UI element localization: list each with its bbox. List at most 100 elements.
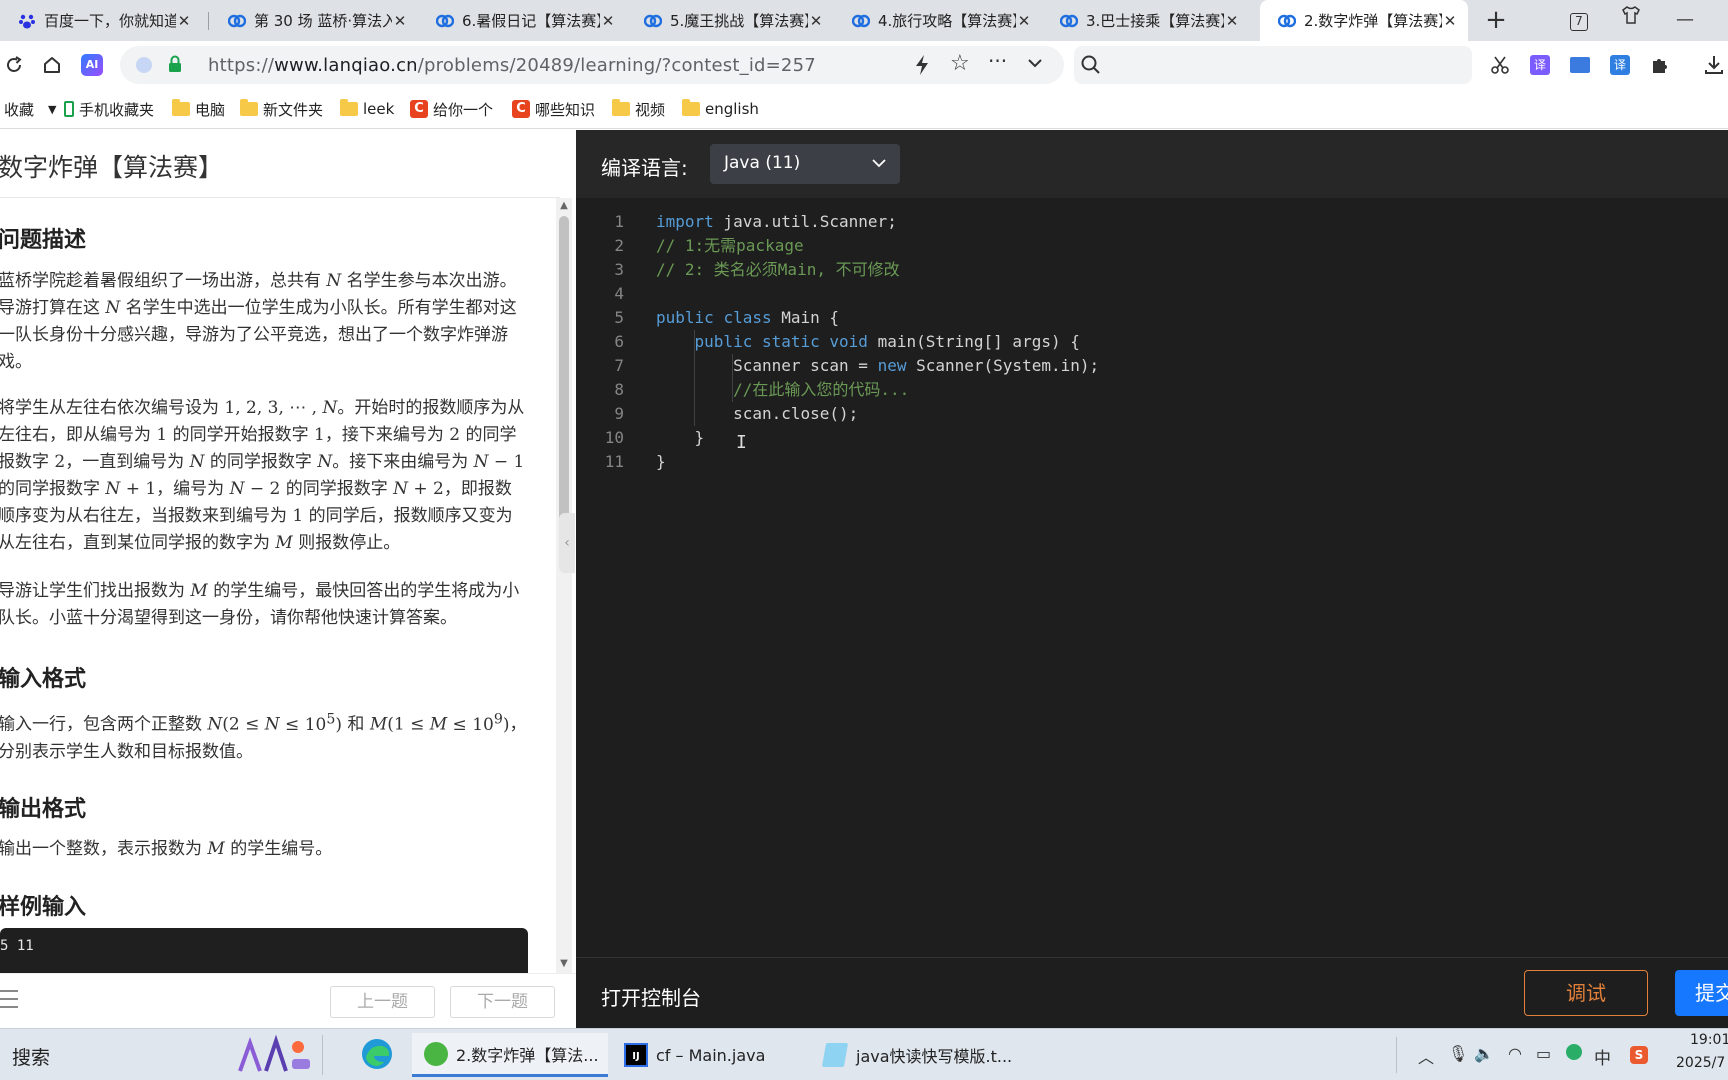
c-logo-icon: C — [512, 100, 530, 118]
tab-close-icon[interactable]: ✕ — [1016, 13, 1032, 29]
scroll-thumb[interactable] — [559, 216, 569, 536]
refresh-icon[interactable] — [0, 51, 28, 79]
code-text: public static void main(String[] args) { — [694, 332, 1080, 351]
code-text: scan.close(); — [656, 404, 859, 423]
tab-problem-4[interactable]: 4.旅行攻略【算法赛】 ✕ — [834, 0, 1042, 41]
language-value: Java (11) — [724, 153, 801, 173]
ai-assistant-icon[interactable]: AI — [78, 51, 106, 79]
tab-title: 5.魔王挑战【算法赛】 — [670, 12, 808, 30]
scissors-icon[interactable] — [1486, 51, 1514, 79]
wifi-icon[interactable]: ◠ — [1508, 1044, 1522, 1063]
bookmark-new-folder[interactable]: 新文件夹 — [240, 98, 323, 120]
notepad-icon — [821, 1043, 849, 1067]
bookmark-english[interactable]: english — [682, 98, 759, 120]
language-select[interactable]: Java (11) — [710, 144, 900, 184]
clock-date[interactable]: 2025/7 — [1676, 1055, 1725, 1071]
ime-indicator[interactable]: 中 — [1594, 1044, 1611, 1069]
code-area[interactable]: 1 import java.util.Scanner; 2 // 1:无需packa… — [576, 210, 1728, 950]
search-box[interactable] — [1074, 46, 1472, 84]
url-bar[interactable]: https://www.lanqiao.cn/problems/20489/le… — [120, 46, 1064, 84]
chevron-down-icon[interactable] — [1026, 54, 1044, 76]
tab-close-icon[interactable]: ✕ — [176, 13, 192, 29]
bookmark-label: leek — [363, 100, 395, 118]
new-tab-button[interactable]: + — [1480, 4, 1512, 36]
code-text: // 1:无需package — [656, 236, 804, 255]
sample-input-box: 5 11 — [0, 928, 528, 973]
tab-contest[interactable]: 第 30 场 蓝桥·算法入门赛 ✕ — [210, 0, 418, 41]
panel-collapse-handle[interactable]: ‹ — [559, 513, 575, 573]
tab-problem-5[interactable]: 5.魔王挑战【算法赛】 ✕ — [626, 0, 834, 41]
download-icon[interactable] — [1700, 51, 1728, 79]
bookmark-leek[interactable]: leek — [340, 98, 394, 120]
speaker-icon[interactable]: 🔈 — [1474, 1044, 1494, 1063]
prev-problem-button[interactable]: 上一题 — [330, 986, 435, 1018]
menu-icon[interactable] — [0, 990, 20, 1010]
folder-icon — [240, 99, 258, 116]
translate-blue-icon[interactable]: 译 — [1606, 51, 1634, 79]
tab-close-icon[interactable]: ✕ — [1224, 13, 1240, 29]
sogou-icon[interactable]: S — [1630, 1044, 1648, 1064]
scroll-up-icon[interactable]: ▲ — [558, 200, 570, 211]
chevron-up-icon[interactable]: ︿ — [1418, 1044, 1434, 1068]
bookmark-favorites[interactable]: 收藏 ▼ — [4, 98, 56, 120]
edge-icon[interactable] — [360, 1037, 396, 1073]
star-bookmark-icon[interactable]: ☆ — [950, 51, 970, 76]
c-logo-icon: C — [410, 100, 428, 118]
tab-problem-6[interactable]: 6.暑假日记【算法赛】 ✕ — [418, 0, 626, 41]
folder-icon — [172, 99, 190, 116]
url-scheme: https:// — [208, 55, 275, 76]
tab-baidu[interactable]: 百度一下，你就知道 ✕ — [0, 0, 202, 41]
tab-close-icon[interactable]: ✕ — [1442, 13, 1458, 29]
bookmark-c2[interactable]: C 哪些知识 — [512, 98, 596, 120]
bookmark-label: 新文件夹 — [263, 100, 324, 119]
shirt-skin-icon[interactable] — [1616, 4, 1646, 36]
more-dots-icon[interactable]: ··· — [988, 49, 1007, 73]
puzzle-extension-icon[interactable] — [1646, 51, 1674, 79]
taskbar-item-browser[interactable]: 2.数字炸弹【算法... — [412, 1033, 608, 1077]
taskbar-item-notepad[interactable]: java快读快写模版.t... — [812, 1033, 1012, 1077]
translate-icon[interactable]: 译 — [1526, 51, 1554, 79]
battery-icon[interactable]: ▭ — [1536, 1044, 1551, 1063]
debug-button[interactable]: 调试 — [1524, 970, 1648, 1016]
microphone-icon[interactable]: 🎙 — [1448, 1044, 1468, 1063]
tab-count-icon[interactable]: 7 — [1568, 4, 1590, 36]
tab-title: 第 30 场 蓝桥·算法入门赛 — [254, 12, 392, 30]
taskbar-search[interactable]: 搜索 — [12, 1043, 50, 1070]
code-text: } — [656, 428, 705, 447]
search-highlight-icon[interactable] — [230, 1033, 318, 1077]
mail-icon[interactable] — [1566, 51, 1594, 79]
bookmark-mobile[interactable]: 手机收藏夹 — [64, 98, 154, 120]
lightning-icon[interactable] — [912, 54, 932, 80]
tab-problem-2-active[interactable]: 2.数字炸弹【算法赛】 ✕ — [1260, 0, 1468, 41]
taskbar-item-intellij[interactable]: IJ cf – Main.java — [612, 1033, 808, 1077]
text-cursor-icon: I — [736, 432, 747, 453]
bookmark-computer[interactable]: 电脑 — [172, 98, 225, 120]
bookmark-c1[interactable]: C 给你一个 — [410, 98, 498, 120]
bookmark-label: 收藏 — [4, 100, 35, 119]
clock-time[interactable]: 19:01 — [1690, 1032, 1728, 1048]
url-path: /problems/20489/learning/?contest_id=257 — [417, 55, 816, 76]
output-paragraph: 输出一个整数，表示报数为 M 的学生编号。 — [0, 839, 333, 859]
bookmarks-bar: 收藏 ▼ 手机收藏夹 电脑 新文件夹 leek C 给你一个 C 哪些知识 视频 en… — [0, 90, 1728, 129]
section-heading-output: 输出格式 — [0, 797, 87, 822]
submit-button[interactable]: 提交 — [1675, 970, 1728, 1016]
home-icon[interactable] — [38, 51, 66, 79]
tab-close-icon[interactable]: ✕ — [392, 13, 408, 29]
tab-problem-3[interactable]: 3.巴士接乘【算法赛】 ✕ — [1042, 0, 1250, 41]
wechat-icon[interactable] — [1566, 1044, 1582, 1064]
bookmark-video[interactable]: 视频 — [612, 98, 665, 120]
open-console-button[interactable]: 打开控制台 — [601, 982, 701, 1011]
folder-icon — [682, 99, 700, 116]
scroll-down-icon[interactable]: ▼ — [558, 958, 570, 969]
line-number: 2 — [614, 236, 624, 255]
taskbar-divider — [322, 1035, 323, 1075]
tab-close-icon[interactable]: ✕ — [808, 13, 824, 29]
line-number: 3 — [614, 260, 624, 279]
lanqiao-icon — [1278, 14, 1296, 27]
lock-icon — [168, 55, 182, 77]
site-info-icon[interactable] — [136, 57, 152, 73]
tab-close-icon[interactable]: ✕ — [600, 13, 616, 29]
problem-scrollbar[interactable]: ▲ ▼ — [556, 198, 572, 973]
minimize-icon[interactable]: — — [1670, 4, 1700, 36]
next-problem-button[interactable]: 下一题 — [450, 986, 555, 1018]
